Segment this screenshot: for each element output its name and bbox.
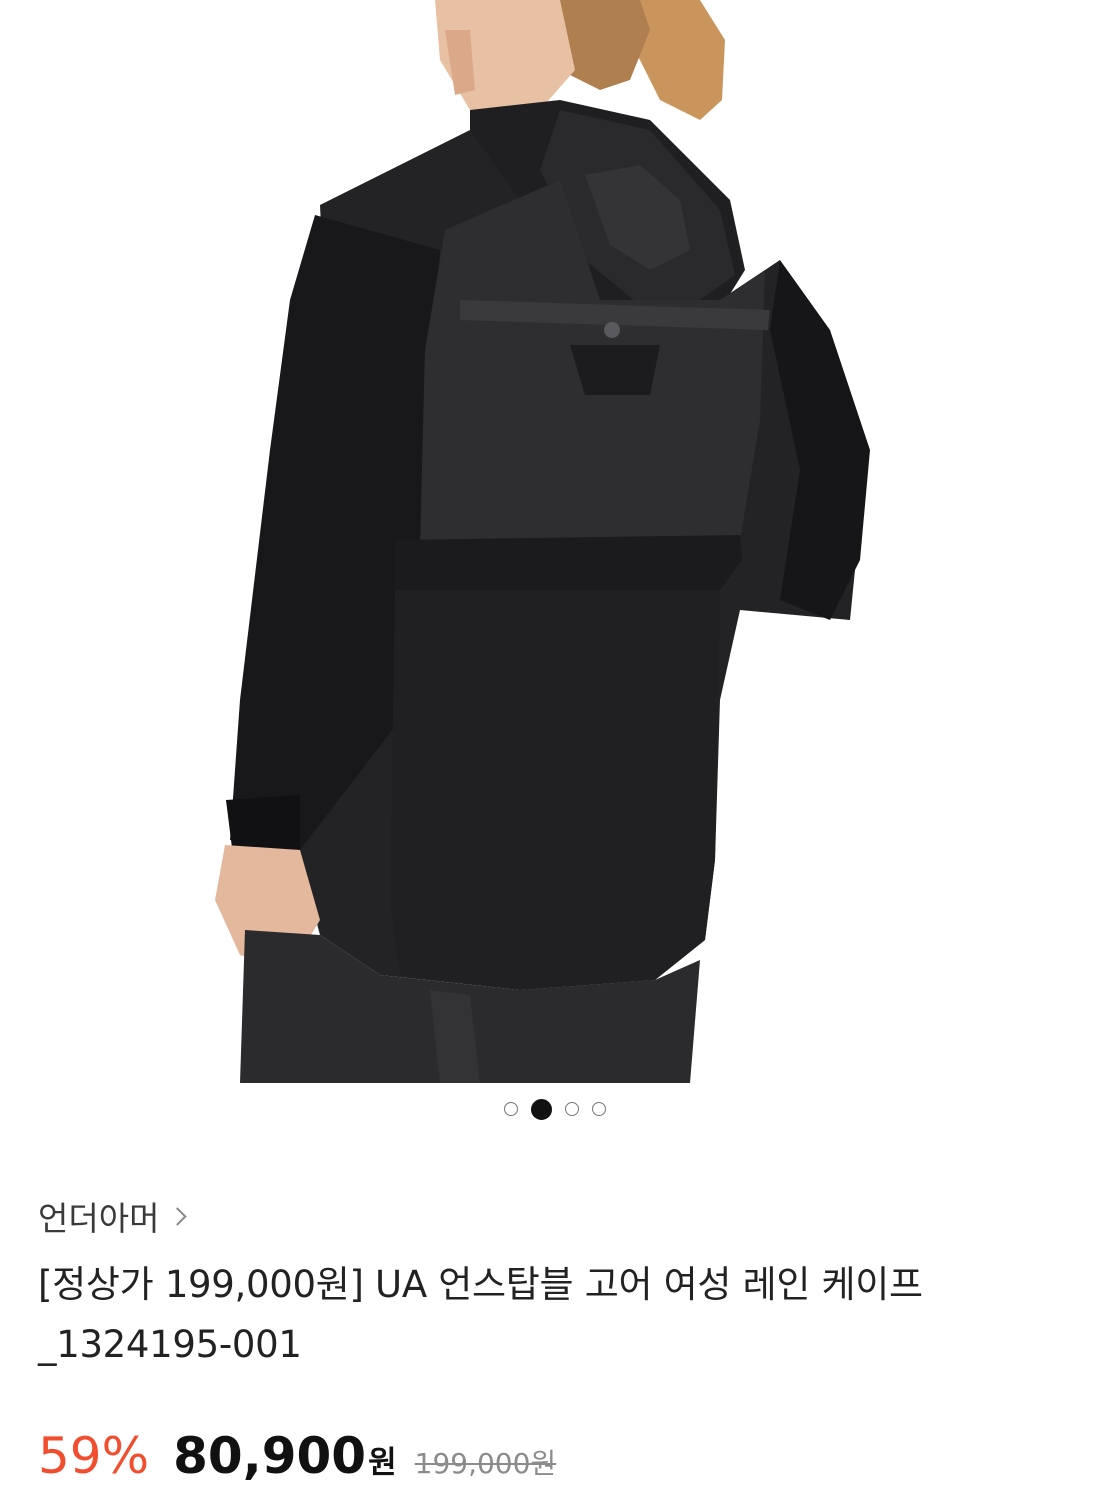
price-row: 59% 80,900 원 199,000원	[38, 1427, 556, 1485]
original-price: 199,000원	[414, 1447, 557, 1480]
carousel-dot-2-active[interactable]	[531, 1098, 552, 1120]
carousel-dot-3[interactable]	[565, 1102, 579, 1116]
brand-link[interactable]: 언더아머	[38, 1192, 188, 1240]
carousel-dot-1[interactable]	[504, 1102, 518, 1116]
carousel-dot-4[interactable]	[592, 1102, 606, 1116]
sale-price: 80,900	[173, 1427, 367, 1485]
chevron-right-icon	[168, 1206, 188, 1226]
carousel-indicator[interactable]	[0, 1098, 1110, 1120]
product-photo	[215, 0, 870, 1083]
product-image-carousel[interactable]	[0, 0, 1110, 1083]
discount-rate: 59%	[38, 1427, 150, 1485]
brand-name: 언더아머	[38, 1199, 160, 1238]
currency-unit: 원	[368, 1445, 397, 1481]
product-title: [정상가 199,000원] UA 언스탑블 고어 여성 레인 케이프_1324…	[38, 1263, 923, 1366]
